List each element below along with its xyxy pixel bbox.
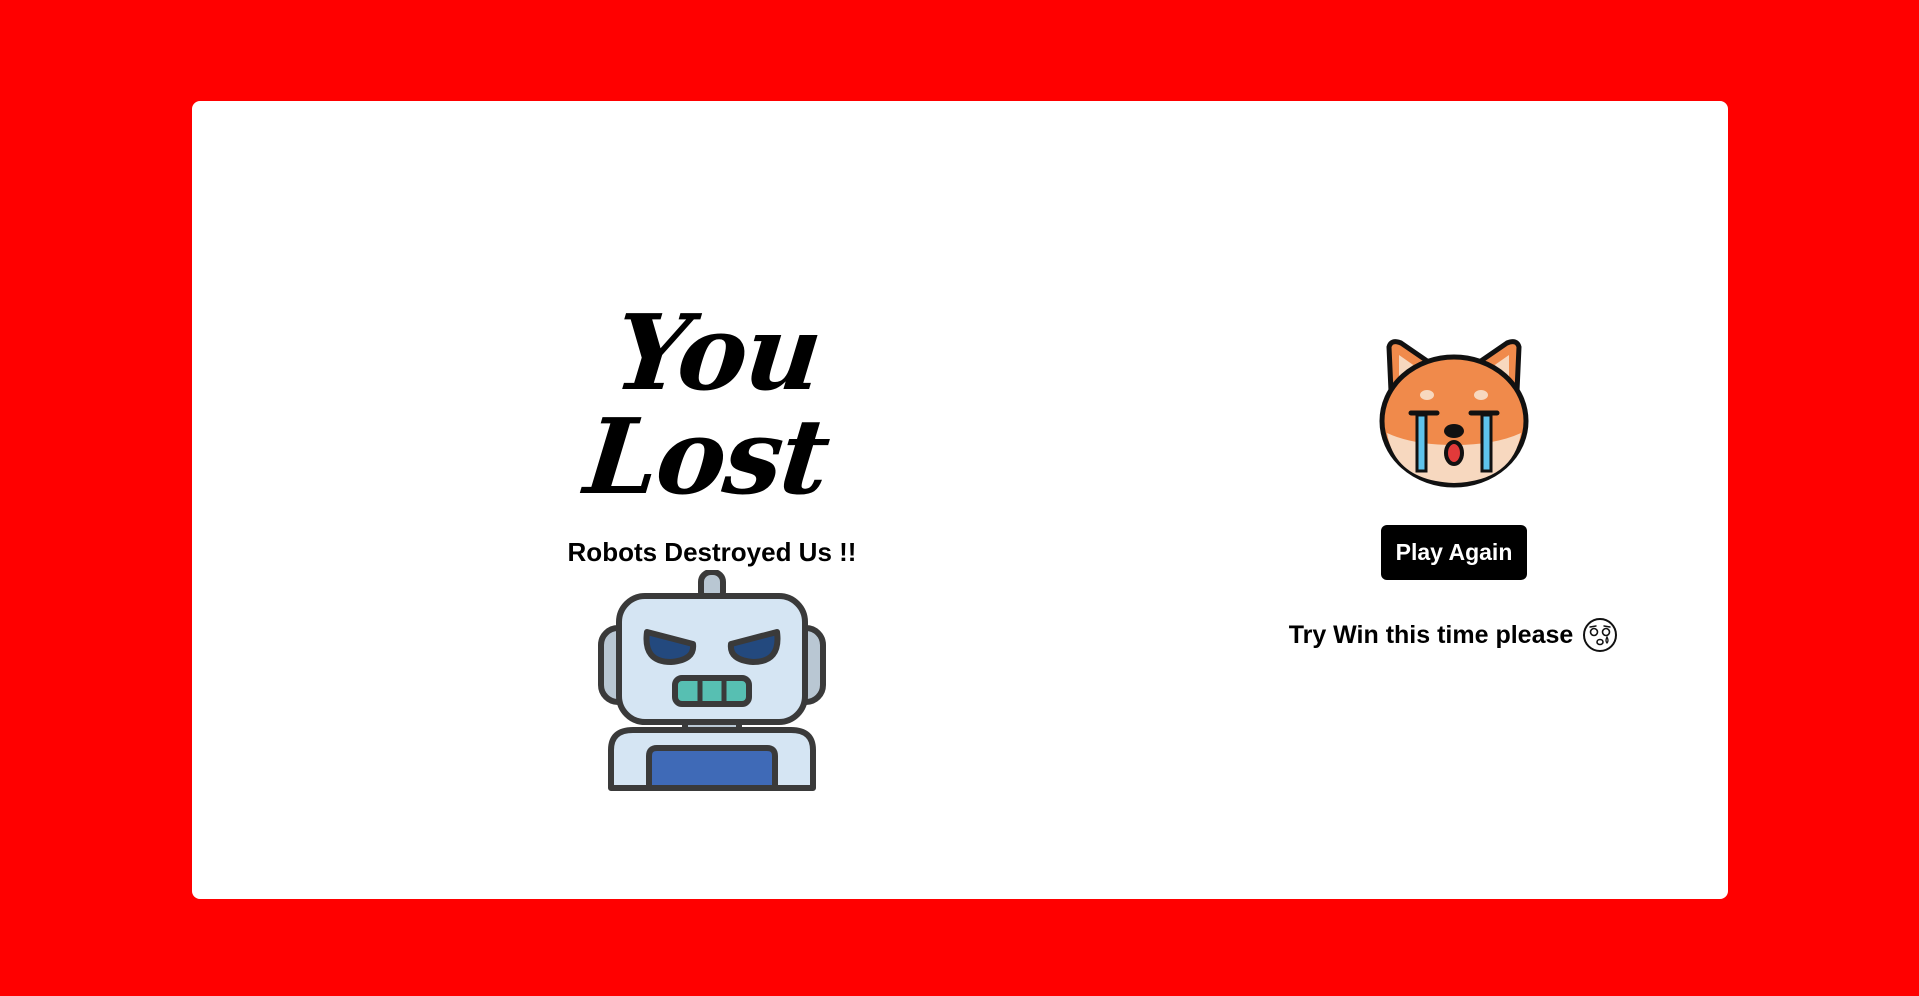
result-panel: You Lost Robots Destroyed Us !! [512, 291, 912, 792]
retry-hint: Try Win this time please [1254, 616, 1654, 654]
play-again-button[interactable]: Play Again [1380, 525, 1528, 580]
result-title: You Lost [579, 291, 834, 518]
result-card: You Lost Robots Destroyed Us !! Play Aga… [192, 101, 1728, 899]
angry-robot-icon [598, 570, 826, 791]
action-panel: Play Again Try Win this time please [1254, 333, 1654, 654]
hint-text: Try Win this time please [1288, 620, 1574, 649]
crying-face-icon [1583, 618, 1618, 652]
result-subtitle: Robots Destroyed Us !! [567, 537, 857, 567]
crying-dog-icon [1379, 339, 1529, 488]
